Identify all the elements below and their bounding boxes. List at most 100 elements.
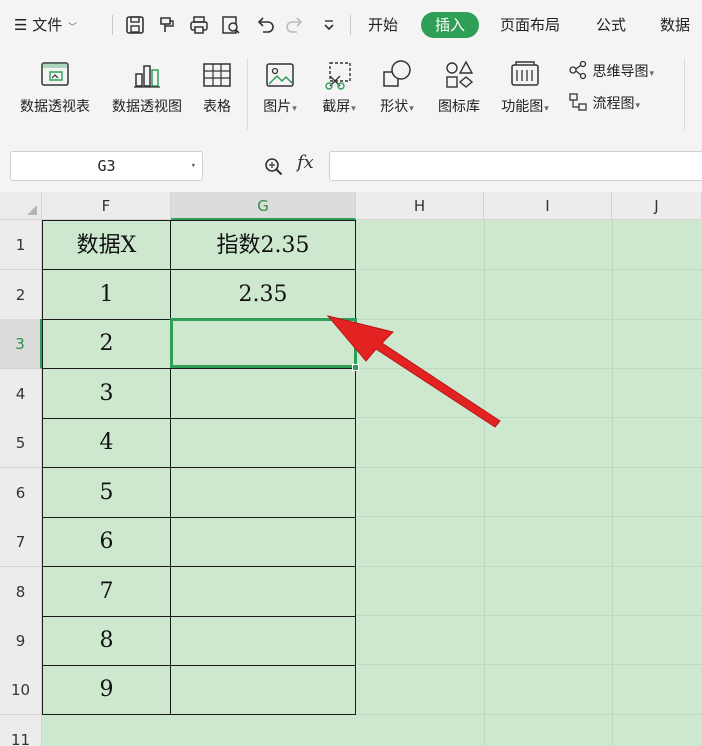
tab-home[interactable]: 开始 — [368, 0, 398, 50]
screenshot-button[interactable]: 截屏▾ — [314, 56, 364, 126]
pivot-table-button[interactable]: 数据透视表 — [12, 56, 98, 126]
file-menu-label: 文件 — [32, 16, 63, 34]
hamburger-icon: ☰ — [14, 16, 28, 34]
cell-g2[interactable]: 2.35 — [171, 270, 356, 320]
spreadsheet-grid: F G H I J 1 2 3 4 5 6 7 8 9 10 11 数据X 1 … — [0, 192, 702, 746]
gridline — [356, 566, 702, 567]
cell-f6[interactable]: 5 — [42, 468, 171, 518]
picture-label: 图片 — [263, 99, 292, 115]
save-icon[interactable] — [124, 14, 146, 36]
mind-map-label: 思维导图 — [592, 64, 649, 80]
cell-g10[interactable] — [171, 665, 356, 715]
row-header-10[interactable]: 10 — [0, 665, 42, 715]
icon-library-label: 图标库 — [438, 99, 480, 115]
select-all-corner[interactable] — [0, 192, 42, 220]
row-header-4[interactable]: 4 — [0, 369, 42, 419]
pivot-table-icon — [38, 58, 72, 92]
row-header-11[interactable]: 11 — [0, 715, 42, 746]
mind-map-button[interactable]: 思维导图▾ — [568, 60, 654, 82]
mind-map-icon — [569, 60, 587, 80]
pivot-table-label: 数据透视表 — [20, 99, 90, 115]
table-icon — [200, 58, 234, 92]
cell-f9[interactable]: 8 — [42, 616, 171, 666]
format-painter-icon[interactable] — [156, 14, 178, 36]
pivot-chart-icon — [130, 58, 164, 92]
row-header-1[interactable]: 1 — [0, 220, 42, 270]
row-header-9[interactable]: 9 — [0, 616, 42, 666]
tab-insert[interactable]: 插入 — [421, 12, 479, 38]
name-box[interactable]: G3 ▾ — [10, 151, 203, 181]
cell-g9[interactable] — [171, 616, 356, 666]
ribbon-divider — [247, 58, 248, 130]
table-button[interactable]: 表格 — [194, 56, 240, 126]
picture-button[interactable]: 图片▾ — [256, 56, 304, 126]
zoom-icon[interactable] — [263, 156, 285, 178]
column-header-f[interactable]: F — [42, 192, 171, 220]
function-chart-label: 功能图 — [501, 99, 544, 115]
print-icon[interactable] — [188, 14, 210, 36]
cell-f7[interactable]: 6 — [42, 517, 171, 567]
cell-f5[interactable]: 4 — [42, 418, 171, 468]
print-preview-icon[interactable] — [220, 14, 242, 36]
active-cell-selection — [170, 318, 357, 368]
cell-f10[interactable]: 9 — [42, 665, 171, 715]
gridline — [356, 467, 702, 468]
icon-library-button[interactable]: 图标库 — [432, 56, 486, 126]
screenshot-icon — [322, 58, 356, 92]
column-header-j[interactable]: J — [612, 192, 702, 220]
cell-f8[interactable]: 7 — [42, 567, 171, 617]
cell-g8[interactable] — [171, 567, 356, 617]
row-header-6[interactable]: 6 — [0, 468, 42, 518]
name-box-value: G3 — [97, 157, 116, 175]
gridline — [612, 220, 613, 746]
tab-formulas[interactable]: 公式 — [596, 0, 626, 50]
cell-g1[interactable]: 指数2.35 — [171, 220, 356, 270]
gridline — [356, 269, 702, 270]
shapes-button[interactable]: 形状▾ — [372, 56, 422, 126]
customize-quick-access-icon[interactable] — [318, 14, 340, 36]
chevron-down-icon[interactable]: ▾ — [191, 152, 196, 180]
flowchart-button[interactable]: 流程图▾ — [568, 92, 640, 114]
gridline — [356, 368, 702, 369]
gridline — [356, 319, 702, 320]
table-label: 表格 — [203, 99, 231, 115]
row-header-2[interactable]: 2 — [0, 270, 42, 320]
row-header-8[interactable]: 8 — [0, 567, 42, 617]
file-menu[interactable]: ☰ 文件 ﹀ — [14, 0, 77, 50]
undo-icon[interactable] — [254, 14, 276, 36]
fill-handle[interactable] — [352, 364, 359, 371]
menu-bar: ☰ 文件 ﹀ 开始 插入 页面布局 公式 数据 — [0, 0, 702, 50]
chevron-down-icon: ▾ — [649, 69, 654, 79]
cell-g5[interactable] — [171, 418, 356, 468]
pivot-chart-button[interactable]: 数据透视图 — [104, 56, 190, 126]
column-header-i[interactable]: I — [484, 192, 612, 220]
ribbon-divider — [684, 58, 685, 130]
tab-data[interactable]: 数据 — [660, 0, 690, 50]
chevron-down-icon: ▾ — [351, 104, 356, 114]
column-header-h[interactable]: H — [356, 192, 484, 220]
gridline — [356, 615, 702, 616]
fx-icon[interactable]: fx — [297, 152, 314, 173]
chevron-down-icon: ▾ — [409, 104, 414, 114]
row-header-5[interactable]: 5 — [0, 418, 42, 468]
function-chart-button[interactable]: 功能图▾ — [494, 56, 556, 126]
chevron-down-icon: ﹀ — [68, 23, 78, 33]
cell-f4[interactable]: 3 — [42, 369, 171, 419]
cell-f1[interactable]: 数据X — [42, 220, 171, 270]
tab-page-layout[interactable]: 页面布局 — [500, 0, 560, 50]
divider — [112, 15, 113, 35]
formula-bar: G3 ▾ fx — [0, 134, 702, 192]
row-header-7[interactable]: 7 — [0, 517, 42, 567]
cell-f3[interactable]: 2 — [42, 319, 171, 369]
cell-g6[interactable] — [171, 468, 356, 518]
formula-input[interactable] — [329, 151, 702, 181]
gridline — [484, 220, 485, 746]
redo-icon[interactable] — [284, 14, 306, 36]
shapes-label: 形状 — [380, 99, 409, 115]
cell-g7[interactable] — [171, 517, 356, 567]
cell-g4[interactable] — [171, 369, 356, 419]
column-header-g[interactable]: G — [171, 192, 356, 220]
cell-f2[interactable]: 1 — [42, 270, 171, 320]
row-header-3[interactable]: 3 — [0, 319, 42, 369]
divider — [350, 15, 351, 35]
